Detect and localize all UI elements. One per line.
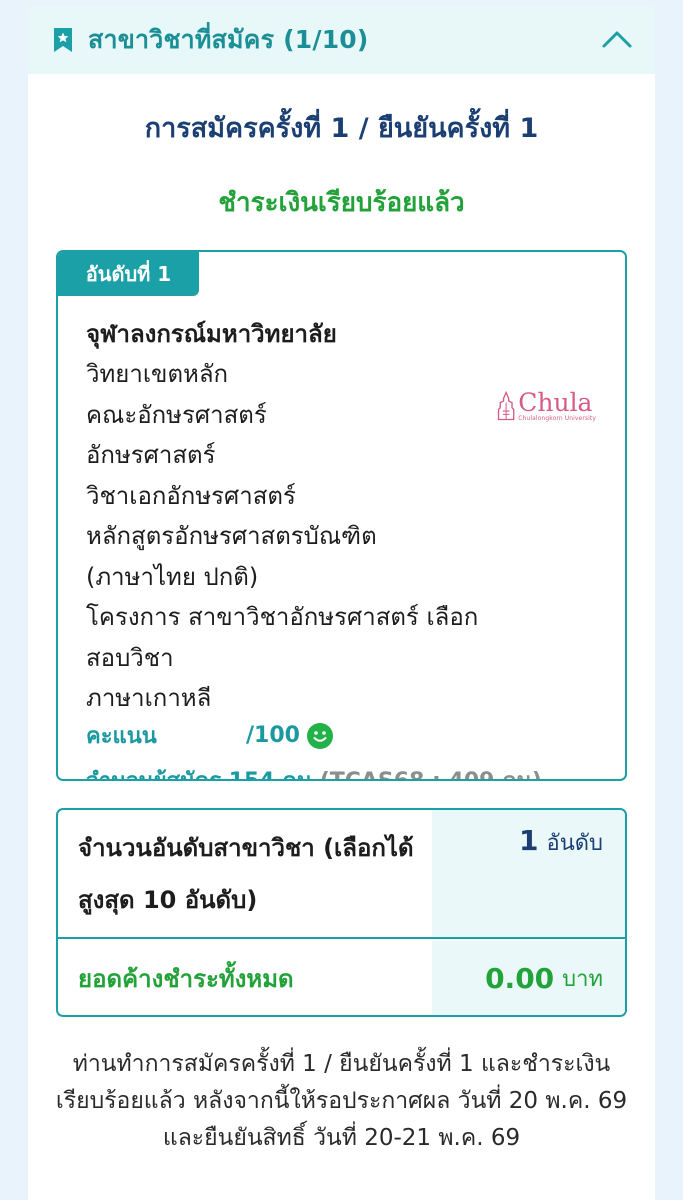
result-notice: ท่านทำการสมัครครั้งที่ 1 / ยืนยันครั้งที… xyxy=(55,1051,628,1151)
chula-logo-subtitle: Chulalongkorn University xyxy=(518,415,596,422)
language-line: (ภาษาไทย ปกติ) xyxy=(86,562,259,591)
rank-tab: อันดับที่ 1 xyxy=(58,252,199,296)
faculty-line: คณะอักษรศาสตร์ xyxy=(86,400,267,429)
project-line: โครงการ สาขาวิชาอักษรศาสตร์ เลือกสอบวิชา xyxy=(86,603,479,672)
applicant-current: จำนวนผู้สมัคร 154 คน xyxy=(86,768,313,781)
applied-programs-card: สาขาวิชาที่สมัคร (1/10) การสมัครครั้งที่… xyxy=(28,6,655,1200)
major-line: วิชาเอกอักษรศาสตร์ xyxy=(86,481,296,510)
program-details: จุฬาลงกรณ์มหาวิทยาลัย วิทยาเขตหลัก คณะอั… xyxy=(86,314,542,781)
applicant-previous: (TCAS68 : 409 คน) xyxy=(319,768,542,781)
balance-unit: บาท xyxy=(562,966,603,992)
applicant-count: จำนวนผู้สมัคร 154 คน (TCAS68 : 409 คน) xyxy=(86,763,542,781)
university-name: จุฬาลงกรณ์มหาวิทยาลัย xyxy=(86,320,337,348)
header-title: สาขาวิชาที่สมัคร (1/10) xyxy=(88,25,369,54)
smile-icon xyxy=(306,722,334,750)
balance-label: ยอดค้างชำระทั้งหมด xyxy=(78,964,294,993)
applied-programs-header[interactable]: สาขาวิชาที่สมัคร (1/10) xyxy=(28,6,655,74)
curriculum-line: หลักสูตรอักษรศาสตรบัณฑิต xyxy=(86,522,377,550)
score-label: คะแนน xyxy=(86,724,157,749)
summary-table: จำนวนอันดับสาขาวิชา (เลือกได้สูงสุด 10 อ… xyxy=(56,808,627,1017)
balance-value-cell: 0.00 บาท xyxy=(432,941,625,1015)
balance-label-cell: ยอดค้างชำระทั้งหมด xyxy=(58,941,432,1015)
balance-row: ยอดค้างชำระทั้งหมด 0.00 บาท xyxy=(58,941,625,1015)
chula-logo: Chula Chulalongkorn University xyxy=(496,386,596,426)
ranking-count-unit: อันดับ xyxy=(546,831,603,856)
score-max: /100 xyxy=(246,723,300,748)
score-row: คะแนน /100 xyxy=(86,721,486,751)
bookmark-icon xyxy=(52,27,74,53)
chula-logo-word: Chula xyxy=(518,388,593,417)
chula-emblem-icon xyxy=(497,390,515,421)
field-line: อักษรศาสตร์ xyxy=(86,441,216,469)
ranking-count-value: 1 xyxy=(519,824,539,857)
round-title: การสมัครครั้งที่ 1 / ยืนยันครั้งที่ 1 xyxy=(144,113,539,144)
ranking-count-label: จำนวนอันดับสาขาวิชา (เลือกได้สูงสุด 10 อ… xyxy=(78,833,414,914)
ranking-count-row: จำนวนอันดับสาขาวิชา (เลือกได้สูงสุด 10 อ… xyxy=(58,810,625,939)
ranking-count-label-cell: จำนวนอันดับสาขาวิชา (เลือกได้สูงสุด 10 อ… xyxy=(58,810,432,937)
rank-1-box: อันดับที่ 1 จุฬาลงกรณ์มหาวิทยาลัย วิทยาเ… xyxy=(56,250,627,781)
project-line-2: ภาษาเกาหลี xyxy=(86,684,212,712)
payment-status: ชำระเงินเรียบร้อยแล้ว xyxy=(218,188,465,218)
campus-line: วิทยาเขตหลัก xyxy=(86,360,229,388)
ranking-count-value-cell: 1 อันดับ xyxy=(432,810,625,937)
chevron-up-icon[interactable] xyxy=(599,22,635,58)
balance-value: 0.00 xyxy=(485,961,555,995)
ranking-count-value-wrap: 1 อันดับ xyxy=(519,810,603,937)
